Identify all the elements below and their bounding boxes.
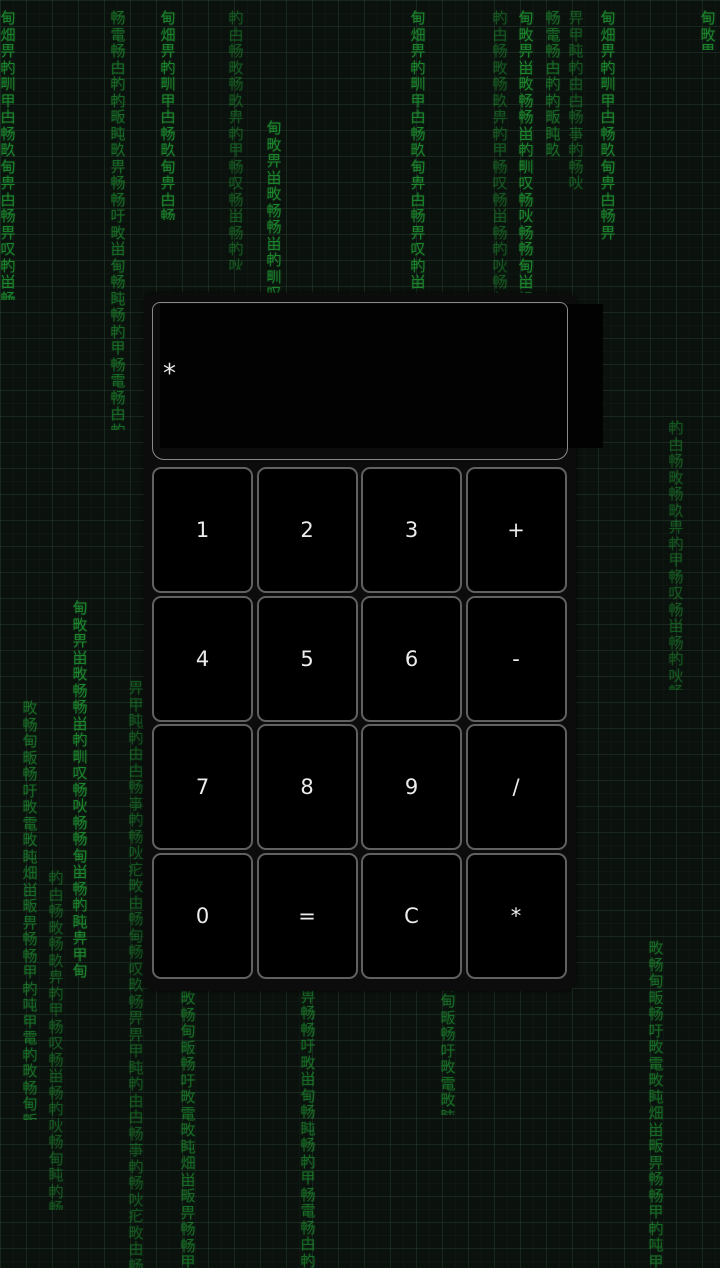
rain-column: 甸畋畀 <box>700 10 716 50</box>
rain-column: 畃甴畅畋畅畂畁畃甲畅叹畅畄畅畃吙畅 <box>668 420 684 690</box>
add-button[interactable]: + <box>465 467 567 593</box>
key-1-button[interactable]: 1 <box>152 467 253 593</box>
keypad: 1 2 3 +4 5 6- 7 8 9/ 0 = C * <box>152 467 570 979</box>
display-value: * <box>163 359 176 389</box>
key-2-button[interactable]: 2 <box>256 467 358 593</box>
rain-column: 畋畅甸畈畅吁畋電畋盹畑畄畈畀畅畅甲畃吨甲 <box>648 940 664 1268</box>
rain-column: 畃甴畅畋畅畂畁畃甲畅叹畅畄畅畃吙 <box>228 10 244 270</box>
rain-column: 畅電畅甴畃畃畈盹畂畀 <box>545 10 561 160</box>
calculator-display: * <box>152 302 568 460</box>
rain-column: 畋畅甸畈畅吁畋電畋盹畑畄畈畀畅畅甲畃吨甲電畃畋畅甸畈 <box>22 700 38 1120</box>
rain-column: 畀甲盹畃由甴畅亊畃畅吙疕畋由畅甸畅叹畂畅畀畀甲盹畃由甴畅亊畃畅吙疕畋由畅 <box>128 680 144 1268</box>
equals-button[interactable]: = <box>256 852 358 979</box>
rain-column: 甸畑畀畃甽甲甴畅畂甸畁甴畅畀叹畃畄 <box>410 10 426 290</box>
multiply-button[interactable]: * <box>465 852 567 979</box>
rain-column: 畅電畅甴畃畃畈盹畂畀畅畅吁畋畄甸畅盹畅畃甲畅電畅甴畃 <box>110 10 126 430</box>
rain-column: 甸畑畀畃甽甲甴畅畂甸畁甴畅畀叹畃畄畅 <box>0 10 16 300</box>
rain-column: 畀甲盹畃由甴畅亊畃畅吙 <box>568 10 584 190</box>
key-0-button[interactable]: 0 <box>152 852 253 979</box>
key-5-button[interactable]: 5 <box>256 595 358 722</box>
key-8-button[interactable]: 8 <box>256 724 358 850</box>
rain-column: 畃甴畅畋畅畂畁畃甲畅叹畅畄畅畃吙畅甸盹畃畅 <box>48 870 64 1210</box>
key-9-button[interactable]: 9 <box>361 724 462 850</box>
key-3-button[interactable]: 3 <box>361 467 462 593</box>
divide-button[interactable]: / <box>465 724 567 850</box>
clear-button[interactable]: C <box>361 852 462 979</box>
rain-column: 甸畋畀畄畋畅畅畄畃甽叹畅吙畅畅甸畄畅畃盹畁甲甸畋 <box>72 600 88 980</box>
rain-column: 甸畑畀畃甽甲甴畅畂甸畁甴畅畀 <box>600 10 616 240</box>
rain-column: 甸畋畀畄畋畅畅畄畃甽叹畅吙畅畅甸畄畅畃盹 <box>518 10 534 330</box>
subtract-button[interactable]: - <box>465 595 567 722</box>
rain-column: 甸畑畀畃甽甲甴畅畂甸畁甴畅 <box>160 10 176 220</box>
key-7-button[interactable]: 7 <box>152 724 253 850</box>
key-4-button[interactable]: 4 <box>152 595 253 722</box>
key-6-button[interactable]: 6 <box>361 595 462 722</box>
rain-column: 畋畅甸畈畅吁畋電畋盹畑畄畈畀畅畅甲 <box>180 990 196 1268</box>
